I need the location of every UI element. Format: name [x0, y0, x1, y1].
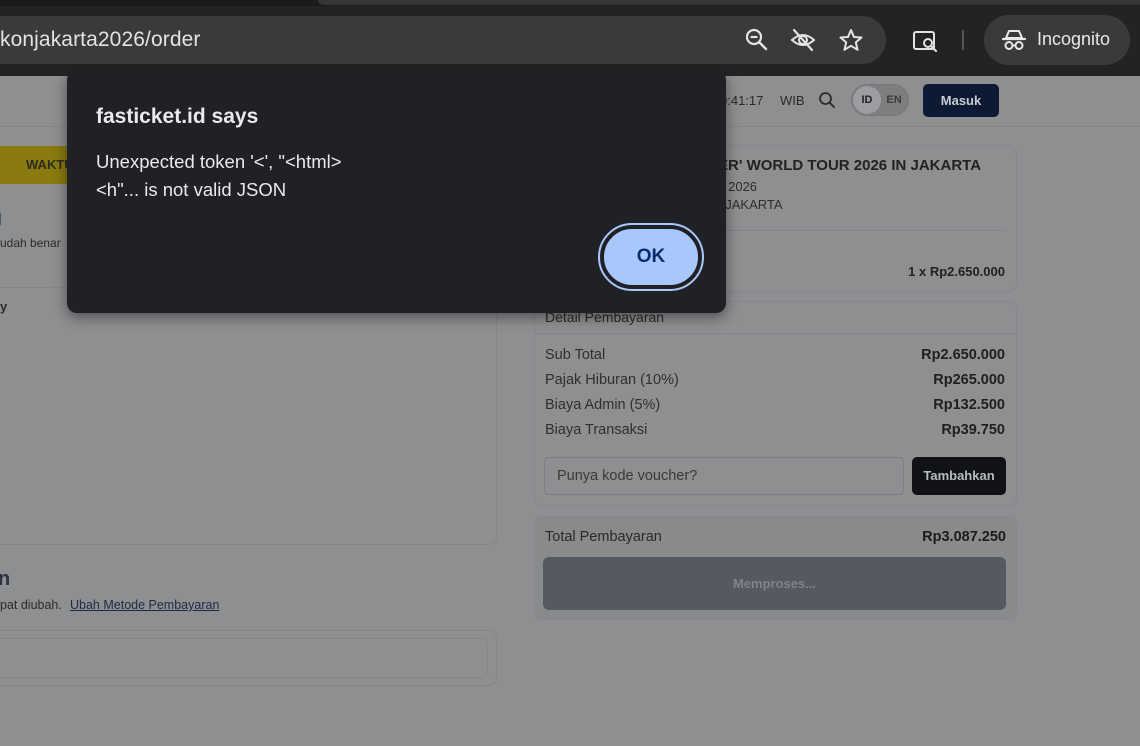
dialog-title: fasticket.id says	[96, 105, 259, 128]
section-heading-fragment: l	[0, 210, 2, 230]
reading-list-icon[interactable]	[911, 27, 939, 55]
admin-fee-value: Rp132.500	[933, 397, 1005, 413]
incognito-label: Incognito	[1037, 29, 1111, 49]
dialog-message-line-1: Unexpected token '<', "<html>	[96, 151, 342, 172]
transaction-fee-label: Biaya Transaksi	[545, 422, 648, 438]
payment-details-divider	[534, 333, 1017, 334]
login-button[interactable]: Masuk	[923, 84, 999, 117]
incognito-icon	[1001, 30, 1027, 50]
lang-id-option[interactable]: ID	[853, 86, 881, 114]
payment-method-heading-fragment: n	[0, 568, 11, 590]
subtotal-value: Rp2.650.000	[921, 347, 1005, 363]
section-text-fragment: udah benar	[0, 236, 61, 250]
apply-voucher-button[interactable]: Tambahkan	[912, 457, 1006, 495]
eye-off-icon[interactable]	[790, 27, 816, 53]
event-venue: , JAKARTA	[718, 197, 783, 212]
entertainment-tax-value: Rp265.000	[933, 372, 1005, 388]
clock: 0:41:17	[720, 93, 764, 108]
search-icon[interactable]	[818, 91, 836, 109]
change-payment-link[interactable]: Ubah Metode Pembayaran	[70, 598, 219, 612]
process-payment-button[interactable]: Memproses...	[543, 557, 1006, 610]
dialog-message-line-2: <h"... is not valid JSON	[96, 179, 287, 200]
subtotal-label: Sub Total	[545, 347, 606, 363]
toolbar-separator	[962, 30, 964, 50]
timezone-label: WIB	[780, 93, 805, 108]
payment-method-option[interactable]	[0, 638, 488, 678]
payment-method-note: pat diubah.	[0, 598, 62, 612]
lang-en-option[interactable]: EN	[883, 86, 905, 114]
transaction-fee-value: Rp39.750	[941, 422, 1005, 438]
ok-button[interactable]: OK	[602, 227, 700, 287]
buyer-info-card	[0, 287, 497, 545]
entertainment-tax-label: Pajak Hiburan (10%)	[545, 372, 679, 388]
admin-fee-label: Biaya Admin (5%)	[545, 397, 661, 413]
bookmark-star-icon[interactable]	[838, 27, 864, 53]
zoom-out-icon[interactable]	[744, 27, 770, 53]
total-value: Rp3.087.250	[922, 529, 1006, 545]
ticket-quantity-price: 1 x Rp2.650.000	[908, 264, 1005, 279]
total-label: Total Pembayaran	[545, 529, 662, 545]
url-text[interactable]: konjakarta2026/order	[0, 28, 200, 52]
voucher-input[interactable]: Punya kode voucher?	[544, 457, 904, 495]
event-title: ER' WORLD TOUR 2026 IN JAKARTA	[718, 157, 982, 174]
active-tab[interactable]	[318, 0, 1140, 5]
